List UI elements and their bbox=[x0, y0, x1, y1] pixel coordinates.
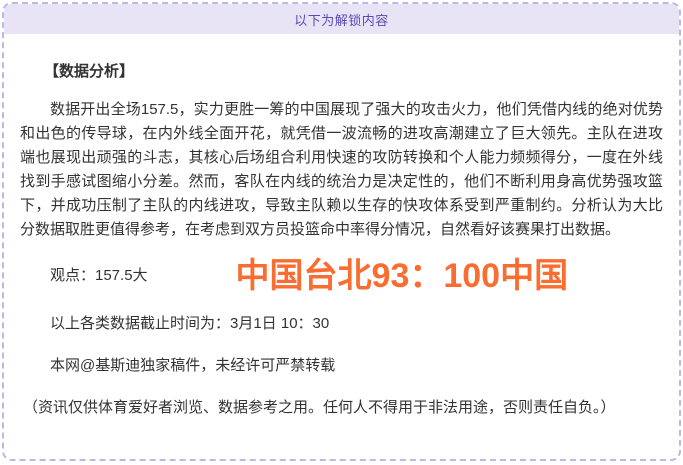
copyright-line: 本网@基斯迪独家稿件，未经许可严禁转载 bbox=[20, 354, 663, 378]
page: 以下为解锁内容 【数据分析】 数据开出全场157.5，实力更胜一筹的中国展现了强… bbox=[0, 0, 683, 465]
analysis-paragraph: 数据开出全场157.5，实力更胜一筹的中国展现了强大的攻击火力，他们凭借内线的绝… bbox=[20, 98, 663, 242]
article-content: 【数据分析】 数据开出全场157.5，实力更胜一筹的中国展现了强大的攻击火力，他… bbox=[4, 60, 679, 420]
unlock-banner: 以下为解锁内容 bbox=[4, 4, 679, 34]
unlocked-content-panel: 以下为解锁内容 【数据分析】 数据开出全场157.5，实力更胜一筹的中国展现了强… bbox=[2, 2, 681, 461]
viewpoint-row: 观点：157.5大 中国台北93：100中国 bbox=[20, 254, 663, 298]
disclaimer-line: （资讯仅供体育爱好者浏览、数据参考之用。任何人不得用于非法用途，否则责任自负。） bbox=[20, 396, 663, 420]
viewpoint-label: 观点：157.5大 bbox=[20, 264, 148, 288]
data-deadline-line: 以上各类数据截止时间为：3月1日 10：30 bbox=[20, 312, 663, 336]
score-highlight: 中国台北93：100中国 bbox=[236, 254, 569, 298]
unlock-banner-label: 以下为解锁内容 bbox=[294, 10, 389, 29]
section-title: 【数据分析】 bbox=[20, 60, 663, 84]
